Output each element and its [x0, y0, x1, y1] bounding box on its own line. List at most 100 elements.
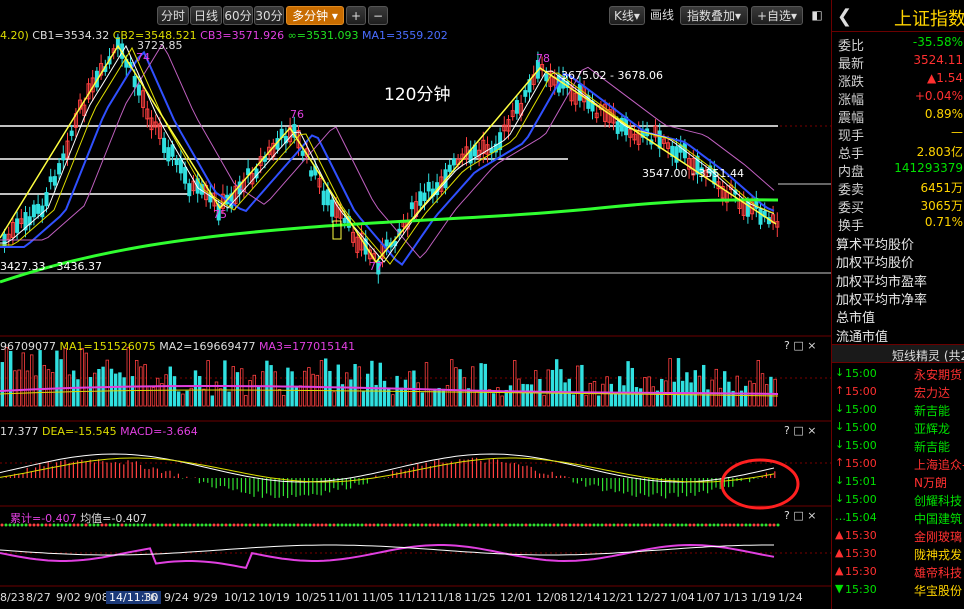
- signal-dot: [212, 523, 216, 527]
- signal-dot: [740, 523, 744, 527]
- x-axis-tick-label: 10/25: [295, 591, 327, 604]
- short-line-item[interactable]: ▲ 15:30 陇神戎发: [832, 546, 964, 564]
- chevron-left-icon[interactable]: ❮: [837, 6, 852, 27]
- candle-body: [422, 192, 427, 202]
- volume-legend: 96709077 MA1=151526075 MA2=169669477 MA3…: [0, 340, 355, 353]
- volume-panel-controls[interactable]: ? □ ×: [784, 339, 816, 352]
- volume-bar: [265, 360, 269, 407]
- volume-bar: [647, 376, 651, 407]
- quote-extra-item: 流通市值: [836, 329, 889, 345]
- quote-row-value: 141293379: [894, 161, 963, 175]
- zoom-out-button[interactable]: −: [368, 6, 388, 25]
- quote-row-label: 最新: [838, 57, 865, 72]
- volume-bar: [323, 358, 328, 407]
- signal-dot: [676, 523, 680, 527]
- signal-dot: [648, 523, 652, 527]
- candle-body: [498, 132, 503, 151]
- tab-multi-minute[interactable]: 多分钟 ▾: [286, 6, 344, 25]
- macd-panel-controls[interactable]: ? □ ×: [784, 424, 816, 437]
- signal-dot: [684, 523, 688, 527]
- signal-dot: [188, 523, 192, 527]
- candle-body: [384, 239, 389, 247]
- short-line-item[interactable]: ▼ 15:30 华宝股份: [832, 582, 964, 600]
- volume-bar: [126, 347, 130, 407]
- signal-dot: [236, 523, 240, 527]
- short-line-title: 短线精灵 (共2: [892, 349, 964, 363]
- volume-bar: [391, 394, 395, 407]
- x-axis-tick-label: 9/24: [164, 591, 189, 604]
- short-line-item[interactable]: ↓ 15:00 新吉能: [832, 402, 964, 420]
- volume-bar: [349, 379, 353, 407]
- short-line-item[interactable]: ↓ 15:01 N万朗: [832, 474, 964, 492]
- volume-bar: [714, 368, 718, 407]
- signal-dot: [460, 523, 464, 527]
- signal-dot: [688, 523, 692, 527]
- chevron-down-icon: ▾: [633, 9, 640, 23]
- candle-body: [36, 203, 41, 214]
- quote-row-label: 现手: [838, 129, 865, 144]
- short-line-item[interactable]: ↓ 15:00 创耀科技: [832, 492, 964, 510]
- tab-timeshare[interactable]: 分时: [157, 6, 189, 25]
- volume-bar: [181, 393, 185, 407]
- ind3-panel-controls[interactable]: ? □ ×: [784, 509, 816, 522]
- tab-30min[interactable]: 30分: [254, 6, 284, 25]
- tab-daily[interactable]: 日线: [190, 6, 222, 25]
- x-axis-tick-label: 12/01: [500, 591, 532, 604]
- volume-bar: [609, 383, 613, 407]
- signal-dot: [588, 523, 592, 527]
- short-line-item[interactable]: … 15:04 中国建筑: [832, 510, 964, 528]
- volume-bar: [118, 372, 122, 407]
- x-axis-tick-label: 1/07: [696, 591, 721, 604]
- volume-bar: [84, 352, 88, 407]
- short-line-item[interactable]: ▲ 15:30 金刚玻璃: [832, 528, 964, 546]
- signal-dot: [276, 523, 280, 527]
- add-watchlist-button[interactable]: +自选▾: [751, 6, 803, 25]
- signal-dot: [560, 523, 564, 527]
- zoom-in-button[interactable]: +: [346, 6, 366, 25]
- drawing-button[interactable]: 画线: [647, 6, 677, 25]
- chart-area[interactable]: 4.20) CB1=3534.32 CB2=3548.521 CB3=3571.…: [0, 28, 831, 609]
- short-line-header[interactable]: 短线精灵 (共2: [832, 344, 964, 363]
- chart-annotation-title: 120分钟: [384, 85, 451, 105]
- candle-body: [342, 217, 347, 223]
- volume-bar: [218, 388, 223, 407]
- x-axis-tick-label: 10/19: [258, 591, 290, 604]
- kline-type-select[interactable]: K线▾: [609, 6, 645, 25]
- candle-body: [69, 130, 74, 136]
- short-line-item[interactable]: ↑ 15:00 宏力达: [832, 384, 964, 402]
- volume-bar: [723, 371, 727, 407]
- quote-row-value: -35.58%: [912, 35, 963, 49]
- quote-row-value: 3065万: [920, 199, 963, 213]
- legend-cb1: CB1=3534.32: [32, 29, 110, 42]
- short-line-item[interactable]: ↑15:00 上海追众-W: [832, 456, 964, 474]
- signal-dot: [484, 523, 488, 527]
- signal-dot: [412, 523, 416, 527]
- volume-bar: [399, 387, 403, 407]
- signal-dot: [500, 523, 504, 527]
- tab-60min[interactable]: 60分: [223, 6, 253, 25]
- short-line-item[interactable]: ▲ 15:30 雄帝科技: [832, 564, 964, 582]
- signal-dot: [196, 523, 200, 527]
- low-range-label: 3427.33 - 3436.37: [0, 260, 102, 273]
- signal-dot: [520, 523, 524, 527]
- x-axis-tick-label: 12/08: [536, 591, 568, 604]
- signal-dot: [596, 523, 600, 527]
- volume-bar: [365, 373, 370, 407]
- signal-dot: [232, 523, 236, 527]
- volume-bar: [479, 363, 483, 407]
- short-line-item[interactable]: ↓ 15:00 亚辉龙: [832, 420, 964, 438]
- short-line-item[interactable]: ↓ 15:00 永安期货: [832, 366, 964, 384]
- short-line-item[interactable]: ↓ 15:00 新吉能: [832, 438, 964, 456]
- x-axis-tick-label: 1/13: [723, 591, 748, 604]
- panel-collapse-icon[interactable]: ◧: [806, 6, 828, 25]
- candle-body: [136, 84, 141, 96]
- arrow-down-icon: ↓: [835, 474, 845, 487]
- volume-bar: [130, 376, 135, 407]
- volume-bar: [80, 348, 84, 407]
- quote-row: 涨跌 ▲1.54: [832, 71, 964, 90]
- candle-body: [615, 121, 620, 134]
- index-overlay-button[interactable]: 指数叠加▾: [680, 6, 748, 25]
- signal-dot: [468, 523, 472, 527]
- wave-label-78: 78: [536, 52, 550, 65]
- signal-dot: [584, 523, 588, 527]
